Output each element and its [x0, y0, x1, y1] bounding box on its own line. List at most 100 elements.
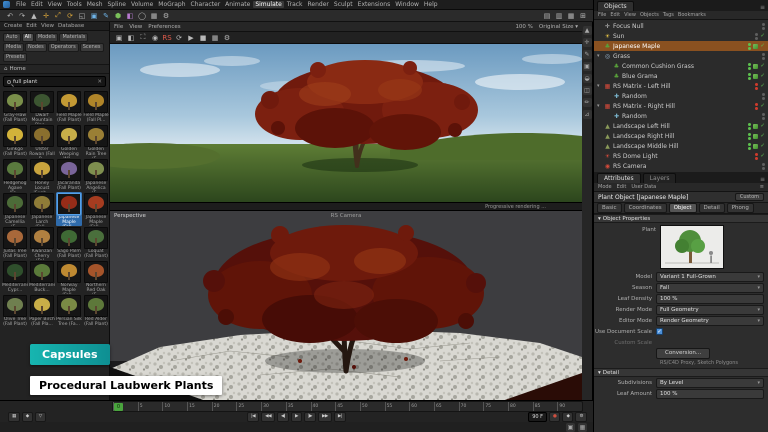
render-menu-view[interactable]: View [129, 24, 142, 30]
material-tag[interactable] [753, 44, 758, 49]
filter-models[interactable]: Models [35, 33, 59, 42]
asset-item[interactable]: Kwanzan Cherry (Fal... [29, 227, 55, 260]
visibility-dots[interactable] [755, 33, 758, 40]
dropdown-field[interactable]: By Level▾ [656, 378, 764, 388]
panel-menu-icon[interactable]: ≡ [760, 176, 765, 183]
play-button[interactable]: ▶ [291, 412, 302, 422]
objects-menu-tags[interactable]: Tags [663, 12, 674, 18]
move-icon[interactable]: ✛ [40, 11, 52, 21]
menu-edit[interactable]: Edit [29, 1, 45, 8]
enabled-check[interactable]: ✓ [760, 143, 765, 149]
object-row[interactable]: ▲Landscape Middle Hill✓ [594, 141, 768, 151]
menu-extensions[interactable]: Extensions [356, 1, 393, 8]
enabled-check[interactable]: ✓ [760, 153, 765, 159]
asset-item[interactable]: Japanese Larch (Fall... [29, 193, 55, 226]
asset-item[interactable]: Persian Silk Tree (Fa... [56, 295, 82, 328]
visibility-dots[interactable] [762, 53, 765, 60]
asset-item[interactable]: Northern Red Oak (F... [83, 261, 109, 294]
layout-4-icon[interactable]: ⊞ [577, 11, 589, 21]
perspective-viewport[interactable]: Perspective RS Camera [110, 210, 582, 400]
object-row[interactable]: ▾▦RS Matrix - Right Hill✓ [594, 101, 768, 111]
layout-2-icon[interactable]: ▥ [553, 11, 565, 21]
undo-icon[interactable]: ↶ [4, 11, 16, 21]
asset-item[interactable]: Golden Rain Tree (F... [83, 125, 109, 158]
section-detail[interactable]: ▾ Detail [594, 368, 768, 377]
keyframe-settings-icon[interactable]: ⚙ [575, 412, 587, 422]
asset-item[interactable]: Judas Tree (Fall Plant) [2, 227, 28, 260]
visibility-dots[interactable] [755, 153, 758, 160]
asset-item[interactable]: Ulster Rowan (Fall P... [29, 125, 55, 158]
asset-item[interactable]: Sago Palm (Fall Plant) [56, 227, 82, 260]
custom-button[interactable]: Custom [735, 193, 764, 201]
filter-auto[interactable]: Auto [3, 33, 21, 42]
render-zoom-value[interactable]: 100 % [515, 24, 532, 30]
menu-volume[interactable]: Volume [129, 1, 155, 8]
marker-icon[interactable]: ▽ [35, 412, 46, 422]
visibility-dots[interactable] [762, 93, 765, 100]
move-tool-icon[interactable]: ✛ [583, 38, 592, 47]
filter-presets[interactable]: Presets [3, 53, 27, 62]
section-object-properties[interactable]: ▾ Object Properties [594, 214, 768, 223]
select-icon[interactable]: ▲ [28, 11, 40, 21]
asset-item[interactable]: Japanese Angelica (F... [83, 159, 109, 192]
checkbox[interactable]: ✓ [656, 328, 663, 335]
ab-menu-edit[interactable]: Edit [26, 23, 37, 29]
cube-tool-icon[interactable]: ▣ [583, 62, 592, 71]
prev-key-button[interactable]: ◀◀ [261, 412, 275, 422]
timeline-ruler[interactable]: 0 051015202530354045505560657075808590 [112, 401, 583, 412]
dropdown-field[interactable]: Full Geometry▾ [656, 305, 764, 315]
material-tag[interactable] [753, 124, 758, 129]
asset-item[interactable]: Dwarf Mountain Pine... [29, 91, 55, 124]
rendered-image[interactable] [110, 44, 582, 202]
attr-tab-phong[interactable]: Phong [727, 203, 754, 213]
attr-mode-user-data[interactable]: User Data [631, 184, 656, 190]
play-ipr-icon[interactable]: ▶ [185, 33, 197, 43]
render-menu-preferences[interactable]: Preferences [148, 24, 180, 30]
layout-3-icon[interactable]: ▦ [565, 11, 577, 21]
settings-icon[interactable]: ⚙ [221, 33, 233, 43]
asset-item[interactable]: Golden Weeping Wil... [56, 125, 82, 158]
goto-start-button[interactable]: |◀ [247, 412, 259, 422]
visibility-dots[interactable] [748, 73, 751, 80]
snapshot-icon[interactable]: ▣ [113, 33, 125, 43]
filter-scenes[interactable]: Scenes [80, 43, 104, 52]
menu-track[interactable]: Track [285, 1, 305, 8]
record-key-icon[interactable]: ● [549, 412, 560, 422]
number-field[interactable]: 100 % [656, 389, 764, 399]
material-tag[interactable] [753, 144, 758, 149]
deformer-icon[interactable]: ◧ [124, 11, 136, 21]
select-tool-icon[interactable]: ▲ [583, 26, 592, 35]
asset-item[interactable]: Olive Tree (Fall Plant) [2, 295, 28, 328]
ab-menu-view[interactable]: View [41, 23, 54, 29]
asset-item[interactable]: Hedgehog Agave (Fa... [2, 159, 28, 192]
goto-end-button[interactable]: ▶| [334, 412, 346, 422]
tab-objects[interactable]: Objects [597, 1, 634, 11]
end-frame-field[interactable]: 90 F [528, 412, 547, 422]
lock-view-icon[interactable]: ◉ [149, 33, 161, 43]
menu-animate[interactable]: Animate [223, 1, 252, 8]
asset-item[interactable]: Honey Locust 'Sunb... [29, 159, 55, 192]
next-frame-button[interactable]: |▶ [304, 412, 316, 422]
asset-item[interactable]: Paper Birch (Fall Pla... [29, 295, 55, 328]
timeline-mode-icon[interactable]: ▦ [8, 412, 20, 422]
attr-menu-icon[interactable]: ≡ [760, 184, 764, 190]
prev-frame-button[interactable]: ◀| [277, 412, 289, 422]
visibility-dots[interactable] [755, 83, 758, 90]
tab-attributes[interactable]: Attributes [597, 173, 641, 183]
object-row[interactable]: ☀Sun✓ [594, 31, 768, 41]
filter-operators[interactable]: Operators [48, 43, 79, 52]
spline-icon[interactable]: ✎ [100, 11, 112, 21]
dropdown-field[interactable]: Render Geometry▾ [656, 316, 764, 326]
rs-badge[interactable]: RS [161, 33, 173, 43]
menu-spline[interactable]: Spline [106, 1, 128, 8]
asset-item[interactable]: Loquat (Fall Plant) [83, 227, 109, 260]
enabled-check[interactable]: ✓ [760, 133, 765, 139]
objects-menu-view[interactable]: View [624, 12, 636, 18]
menu-simulate[interactable]: Simulate [253, 1, 284, 8]
attr-mode-edit[interactable]: Edit [617, 184, 627, 190]
brush-tool-icon[interactable]: ✏ [583, 98, 592, 107]
asset-item[interactable]: Japanese Camellia (F... [2, 193, 28, 226]
object-row[interactable]: ♣Japanese Maple✓ [594, 41, 768, 51]
search-input[interactable]: full plant ✕ [3, 76, 106, 87]
pen-tool-icon[interactable]: ✎ [583, 50, 592, 59]
